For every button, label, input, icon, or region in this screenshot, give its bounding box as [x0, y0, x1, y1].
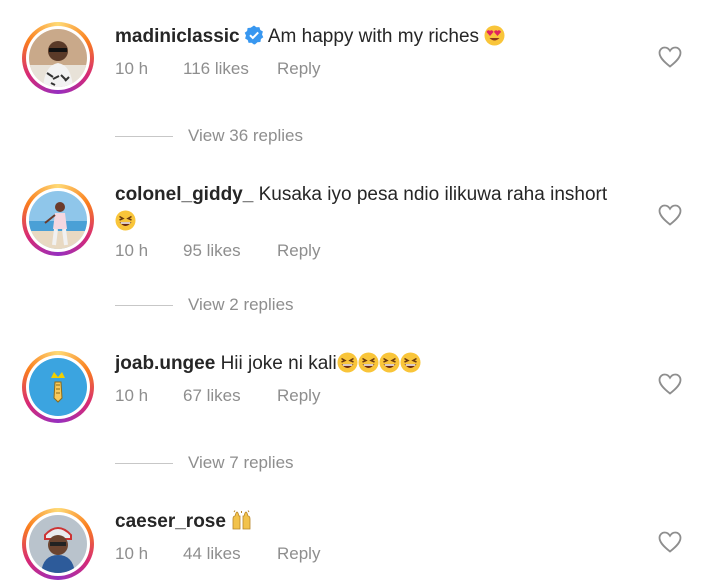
- comment-meta: 10 h 95 likes Reply: [115, 241, 320, 261]
- grinning-squint-emoji-icon: [358, 352, 379, 373]
- reply-button[interactable]: Reply: [277, 59, 320, 79]
- username[interactable]: caeser_rose: [115, 511, 226, 532]
- view-replies-label: View 2 replies: [188, 295, 294, 314]
- like-heart-icon[interactable]: [658, 204, 682, 226]
- view-replies-link[interactable]: View 36 replies: [115, 126, 303, 146]
- grinning-squint-emoji-icon: [400, 352, 421, 373]
- grinning-squint-emoji-icon: [379, 352, 400, 373]
- like-heart-icon[interactable]: [658, 46, 682, 68]
- timestamp: 10 h: [115, 59, 149, 78]
- comment-meta: 10 h 44 likes Reply: [115, 544, 320, 564]
- comment-text: Am happy with my riches: [267, 26, 480, 47]
- comment-meta: 10 h 67 likes Reply: [115, 386, 320, 406]
- reply-button[interactable]: Reply: [277, 544, 320, 564]
- timestamp: 10 h: [115, 386, 149, 405]
- like-heart-icon[interactable]: [658, 373, 682, 395]
- story-ring[interactable]: [22, 508, 94, 580]
- heart-eyes-emoji-icon: [484, 25, 505, 46]
- grinning-squint-emoji-icon: [115, 210, 136, 231]
- comment-text: Kusaka iyo pesa ndio ilikuwa raha inshor…: [258, 184, 608, 205]
- reply-button[interactable]: Reply: [277, 386, 320, 406]
- replies-divider: [115, 462, 173, 464]
- likes-count[interactable]: 116 likes: [183, 59, 277, 79]
- avatar: [29, 358, 87, 416]
- replies-divider: [115, 135, 173, 137]
- reply-button[interactable]: Reply: [277, 241, 320, 261]
- likes-count[interactable]: 67 likes: [183, 386, 277, 406]
- comment-text-line: madiniclassic Am happy with my riches: [115, 23, 625, 50]
- username[interactable]: colonel_giddy_: [115, 184, 253, 205]
- raising-hands-emoji-icon: [231, 510, 252, 531]
- comment-text: Hii joke ni kali: [220, 353, 337, 374]
- timestamp: 10 h: [115, 241, 149, 260]
- grinning-squint-emoji-icon: [337, 352, 358, 373]
- view-replies-link[interactable]: View 2 replies: [115, 295, 294, 315]
- view-replies-label: View 36 replies: [188, 126, 303, 145]
- story-ring[interactable]: [22, 184, 94, 256]
- story-ring[interactable]: [22, 22, 94, 94]
- likes-count[interactable]: 44 likes: [183, 544, 277, 564]
- replies-divider: [115, 304, 173, 306]
- timestamp: 10 h: [115, 544, 149, 563]
- avatar: [29, 29, 87, 87]
- comment-text-line: joab.ungee Hii joke ni kali: [115, 350, 625, 377]
- story-ring[interactable]: [22, 351, 94, 423]
- username[interactable]: joab.ungee: [115, 353, 215, 374]
- avatar: [29, 515, 87, 573]
- view-replies-label: View 7 replies: [188, 453, 294, 472]
- comment-text-line: colonel_giddy_ Kusaka iyo pesa ndio ilik…: [115, 181, 625, 235]
- username[interactable]: madiniclassic: [115, 26, 240, 47]
- verified-badge-icon: [244, 25, 264, 45]
- likes-count[interactable]: 95 likes: [183, 241, 277, 261]
- comment-meta: 10 h 116 likes Reply: [115, 59, 320, 79]
- comment-text-line: caeser_rose: [115, 508, 625, 535]
- avatar: [29, 191, 87, 249]
- like-heart-icon[interactable]: [658, 531, 682, 553]
- view-replies-link[interactable]: View 7 replies: [115, 453, 294, 473]
